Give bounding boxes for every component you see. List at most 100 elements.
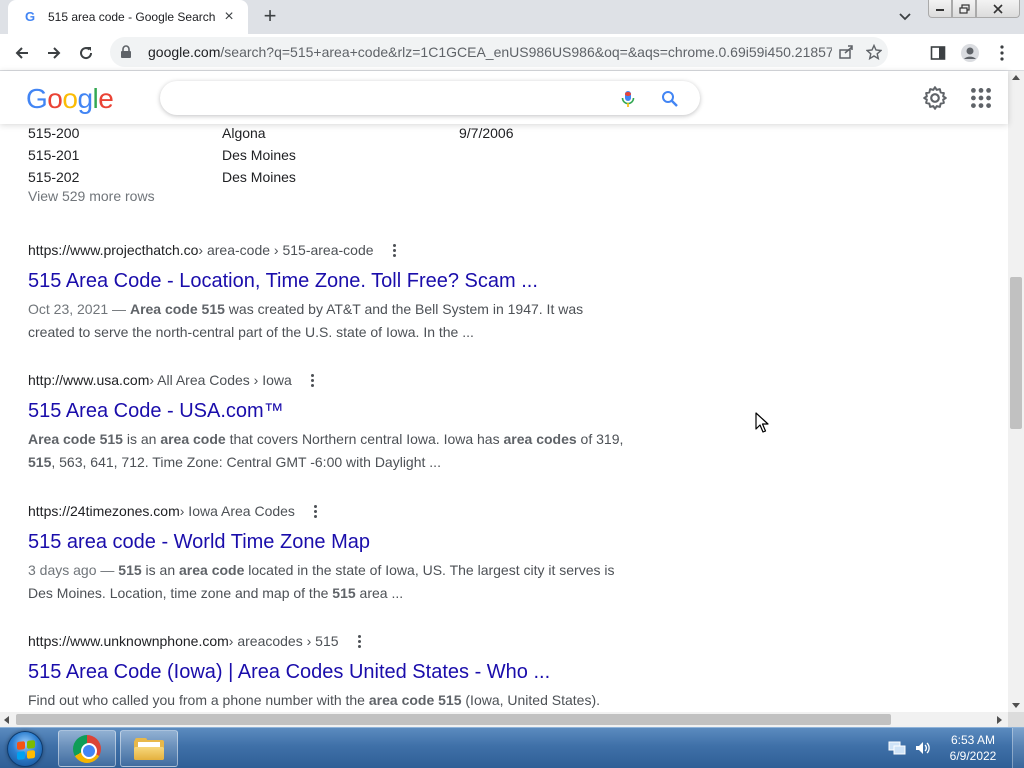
scroll-left-arrow-icon[interactable]	[4, 716, 9, 724]
microphone-icon[interactable]	[618, 89, 638, 109]
search-magnifier-icon[interactable]	[660, 89, 682, 109]
snippet-fragment: 515	[28, 454, 52, 470]
result-breadcrumbs: › areacodes › 515	[228, 633, 339, 649]
table-cell-date: 9/7/2006	[459, 125, 514, 141]
search-result: https://www.unknownphone.com › areacodes…	[28, 631, 628, 712]
bookmark-star-icon[interactable]	[860, 38, 888, 66]
result-cite[interactable]: https://www.unknownphone.com › areacodes…	[28, 631, 628, 651]
address-bar[interactable]: google.com/search?q=515+area+code&rlz=1C…	[110, 37, 888, 67]
horizontal-scroll-thumb[interactable]	[16, 714, 891, 725]
profile-avatar-icon	[961, 44, 979, 62]
snippet-fragment: Oct 23, 2021 —	[28, 301, 130, 317]
google-favicon-icon: G	[24, 9, 36, 24]
logo-letter: G	[26, 83, 48, 114]
vertical-scrollbar[interactable]	[1008, 71, 1024, 712]
settings-gear-icon[interactable]	[922, 85, 948, 111]
scroll-right-arrow-icon[interactable]	[997, 716, 1002, 724]
result-title-link[interactable]: 515 area code - World Time Zone Map	[28, 529, 628, 555]
back-arrow-icon	[15, 47, 28, 59]
result-site: http://www.usa.com	[28, 372, 150, 388]
clock-time: 6:53 AM	[950, 733, 996, 747]
logo-letter: e	[98, 83, 114, 114]
result-snippet: Oct 23, 2021 — Area code 515 was created…	[28, 298, 628, 344]
table-cell-code: 515-202	[28, 169, 80, 185]
side-panel-button[interactable]	[924, 39, 952, 67]
scrollbar-corner	[1008, 712, 1024, 727]
table-cell-city: Algona	[222, 125, 266, 141]
snippet-fragment: 515	[118, 562, 142, 578]
scroll-down-arrow-icon[interactable]	[1012, 703, 1020, 708]
window-close-button[interactable]	[976, 0, 1020, 18]
volume-icon[interactable]	[914, 740, 932, 756]
search-input[interactable]	[176, 87, 596, 109]
result-options-icon[interactable]	[309, 502, 323, 520]
scroll-up-arrow-icon[interactable]	[1012, 75, 1020, 80]
clock-date: 6/9/2022	[949, 749, 997, 763]
search-results: 515-200 Algona 9/7/2006 515-201 Des Moin…	[0, 124, 1008, 712]
snippet-fragment: Find out who called you from a phone num…	[28, 692, 369, 708]
result-title-link[interactable]: 515 Area Code - USA.com™	[28, 398, 628, 424]
lock-icon[interactable]	[118, 44, 134, 60]
taskbar-explorer-button[interactable]	[120, 730, 178, 767]
network-icon[interactable]	[888, 740, 906, 756]
url-path: /search?q=515+area+code&rlz=1C1GCEA_enUS…	[220, 44, 832, 60]
result-cite[interactable]: http://www.usa.com › All Area Codes › Io…	[28, 370, 628, 390]
chrome-logo-icon	[73, 734, 101, 763]
google-apps-grid-icon[interactable]	[968, 85, 994, 111]
mouse-cursor-icon	[755, 412, 769, 433]
search-result: https://24timezones.com › Iowa Area Code…	[28, 501, 628, 605]
window-restore-button[interactable]	[952, 0, 976, 18]
tab-search-chevron-icon[interactable]	[894, 6, 916, 28]
tab-google-search[interactable]: G 515 area code - Google Search ×	[8, 0, 248, 34]
system-tray	[884, 734, 936, 762]
back-button[interactable]	[8, 39, 36, 67]
snippet-fragment: area ...	[355, 585, 404, 601]
tab-title: 515 area code - Google Search	[48, 10, 216, 24]
table-cell-city: Des Moines	[222, 147, 296, 163]
profile-button[interactable]	[956, 39, 984, 67]
show-desktop-button[interactable]	[1012, 728, 1024, 768]
vertical-dots-icon	[1000, 45, 1004, 61]
taskbar-chrome-button[interactable]	[58, 730, 116, 767]
result-options-icon[interactable]	[306, 371, 320, 389]
result-cite[interactable]: https://24timezones.com › Iowa Area Code…	[28, 501, 628, 521]
result-snippet: Area code 515 is an area code that cover…	[28, 428, 628, 474]
tab-close-icon[interactable]: ×	[220, 8, 238, 26]
new-tab-button[interactable]: +	[258, 4, 282, 30]
result-site: https://www.unknownphone.com	[28, 633, 229, 649]
share-icon[interactable]	[832, 38, 860, 66]
result-title-link[interactable]: 515 Area Code (Iowa) | Area Codes United…	[28, 659, 628, 685]
reload-icon	[80, 47, 93, 60]
snippet-fragment: is an	[141, 562, 179, 578]
snippet-fragment: (Iowa, United States).	[461, 692, 601, 708]
horizontal-scrollbar[interactable]	[0, 712, 1008, 727]
snippet-fragment: area codes	[503, 431, 577, 447]
result-options-icon[interactable]	[388, 241, 402, 259]
result-options-icon[interactable]	[353, 632, 367, 650]
browser-toolbar: google.com/search?q=515+area+code&rlz=1C…	[0, 34, 1024, 71]
table-cell-city: Des Moines	[222, 169, 296, 185]
google-logo[interactable]: Google	[26, 83, 114, 115]
result-title-link[interactable]: 515 Area Code - Location, Time Zone. Tol…	[28, 268, 628, 294]
chrome-menu-button[interactable]	[988, 39, 1016, 67]
google-search-box[interactable]	[160, 81, 700, 115]
folder-icon	[134, 737, 164, 760]
result-snippet: Find out who called you from a phone num…	[28, 689, 628, 712]
window-minimize-button[interactable]	[928, 0, 952, 18]
forward-button[interactable]	[40, 39, 68, 67]
table-cell-code: 515-200	[28, 125, 80, 141]
snippet-fragment: of 319,	[576, 431, 624, 447]
result-breadcrumbs: › area-code › 515-area-code	[198, 242, 374, 258]
result-breadcrumbs: › Iowa Area Codes	[179, 503, 295, 519]
reload-button[interactable]	[72, 39, 100, 67]
taskbar-clock[interactable]: 6:53 AM 6/9/2022	[938, 732, 1008, 764]
snippet-fragment: Area code 515	[129, 301, 225, 317]
result-cite[interactable]: https://www.projecthatch.co › area-code …	[28, 240, 628, 260]
view-more-rows-link[interactable]: View 529 more rows	[28, 188, 155, 204]
start-button[interactable]	[2, 729, 48, 768]
vertical-scroll-thumb[interactable]	[1010, 277, 1022, 429]
side-panel-icon	[930, 46, 946, 60]
windows-logo-icon	[7, 731, 43, 767]
url-text[interactable]: google.com/search?q=515+area+code&rlz=1C…	[148, 44, 832, 60]
url-domain: google.com	[148, 44, 221, 60]
